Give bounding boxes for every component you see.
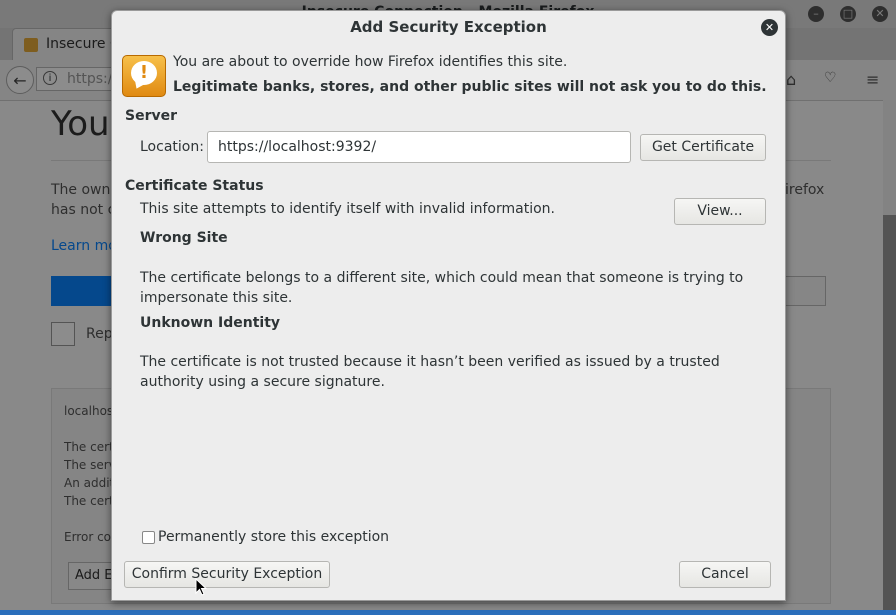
intro-warning-text: Legitimate banks, stores, and other publ… <box>173 79 767 95</box>
confirm-security-exception-button[interactable]: Confirm Security Exception <box>124 561 330 588</box>
permanent-store-label[interactable]: Permanently store this exception <box>158 529 389 545</box>
dialog-title: Add Security Exception <box>350 18 547 36</box>
location-label: Location: <box>140 139 204 155</box>
wrong-site-text: The certificate belongs to a different s… <box>140 270 744 306</box>
warning-bubble-icon: ! <box>122 55 166 97</box>
add-security-exception-dialog: Add Security Exception ✕ ! You are about… <box>111 10 786 601</box>
intro-text: You are about to override how Firefox id… <box>173 54 568 70</box>
taskbar-strip <box>0 610 896 615</box>
dialog-titlebar: Add Security Exception ✕ <box>112 11 785 45</box>
cancel-button[interactable]: Cancel <box>679 561 771 588</box>
close-icon[interactable]: ✕ <box>761 19 778 36</box>
certificate-status-label: Certificate Status <box>125 178 264 194</box>
unknown-identity-text: The certificate is not trusted because i… <box>140 354 720 390</box>
server-section-label: Server <box>125 108 178 124</box>
permanent-store-checkbox[interactable] <box>142 531 155 544</box>
location-input[interactable] <box>207 131 631 163</box>
view-certificate-button[interactable]: View... <box>674 198 766 225</box>
wrong-site-heading: Wrong Site <box>140 230 228 246</box>
status-text: This site attempts to identify itself wi… <box>140 201 555 217</box>
unknown-identity-heading: Unknown Identity <box>140 315 281 331</box>
get-certificate-button[interactable]: Get Certificate <box>640 134 766 161</box>
